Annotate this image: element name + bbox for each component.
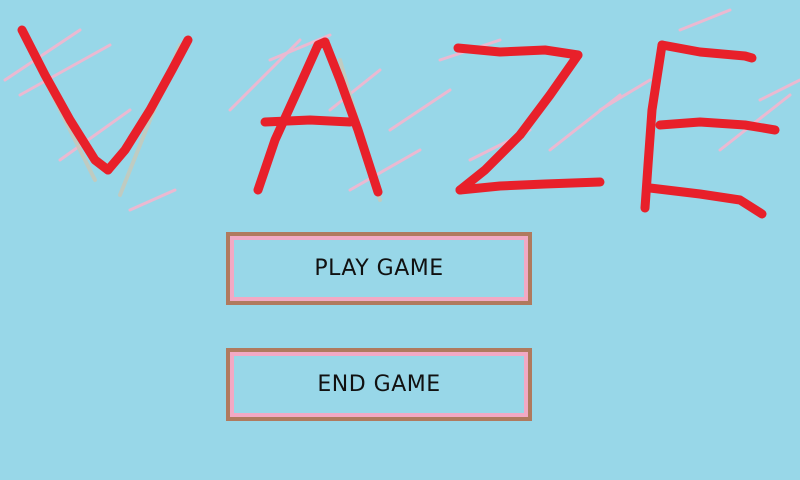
title-letter-z <box>453 43 605 195</box>
game-title-logo <box>3 8 800 219</box>
end-game-button[interactable]: END GAME <box>226 348 532 421</box>
play-game-button[interactable]: PLAY GAME <box>226 232 532 305</box>
play-game-label: PLAY GAME <box>234 240 524 297</box>
end-game-label: END GAME <box>234 356 524 413</box>
title-letter-e <box>640 40 780 219</box>
